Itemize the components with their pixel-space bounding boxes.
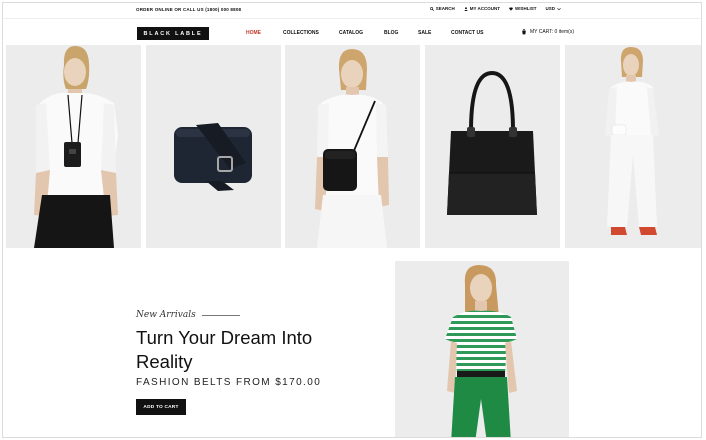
product-image-lanyard-pouch[interactable] <box>6 45 141 248</box>
model-white-outfit-illustration <box>605 47 659 235</box>
model-striped-top-illustration <box>445 265 517 437</box>
product-image-black-tote[interactable] <box>425 45 560 248</box>
product-image-navy-bag[interactable] <box>146 45 281 248</box>
new-arrivals-eyebrow: New Arrivals <box>136 310 240 320</box>
top-bar: ORDER ONLINE OR CALL US (1800) 000 8808 … <box>3 3 701 19</box>
headline-line-2: Reality <box>136 351 193 372</box>
page-frame: ORDER ONLINE OR CALL US (1800) 000 8808 … <box>2 2 702 438</box>
currency-label: USD <box>545 6 555 11</box>
main-nav: HOME COLLECTIONS CATALOG BLOG SALE CONTA… <box>246 30 483 36</box>
nav-home[interactable]: HOME <box>246 30 283 36</box>
wishlist-label: WISHLIST <box>514 6 537 11</box>
product-gallery <box>6 45 701 248</box>
phone-info: ORDER ONLINE OR CALL US (1800) 000 8808 <box>136 7 242 12</box>
promo-image-striped-top[interactable] <box>395 261 569 437</box>
account-link[interactable]: MY ACCOUNT <box>463 6 500 11</box>
eyebrow-text: New Arrivals <box>136 310 196 320</box>
logo[interactable]: BLACK LABLE <box>137 27 209 40</box>
eyebrow-divider <box>201 314 240 316</box>
cart-link[interactable]: MY CART: 0 item(s) <box>521 29 574 35</box>
add-to-cart-button[interactable]: ADD TO CART <box>136 399 186 415</box>
model-crossbody-illustration <box>315 49 389 248</box>
user-icon <box>463 6 468 11</box>
main-header: BLACK LABLE HOME COLLECTIONS CATALOG BLO… <box>3 19 701 47</box>
search-link[interactable]: SEARCH <box>429 6 455 11</box>
nav-sale[interactable]: SALE <box>418 30 451 36</box>
black-tote-illustration <box>447 70 537 215</box>
search-icon <box>429 6 434 11</box>
cart-label: MY CART: 0 item(s) <box>530 29 574 35</box>
top-links: SEARCH MY ACCOUNT WISHLIST USD <box>429 6 561 11</box>
hero-subline: FASHION BELTS FROM $170.00 <box>136 377 322 388</box>
nav-catalog[interactable]: CATALOG <box>339 30 384 36</box>
headline-line-1: Turn Your Dream Into <box>136 327 313 348</box>
currency-selector[interactable]: USD <box>545 6 561 11</box>
product-image-white-outfit[interactable] <box>565 45 701 248</box>
hero-headline: Turn Your Dream Into Reality <box>136 326 312 374</box>
heart-icon <box>509 6 513 11</box>
cart-icon <box>522 29 526 35</box>
wishlist-link[interactable]: WISHLIST <box>509 6 537 11</box>
navy-bag-illustration <box>174 123 252 191</box>
nav-contact-us[interactable]: CONTACT US <box>451 30 483 36</box>
chevron-down-icon <box>557 7 561 10</box>
model-lanyard-illustration <box>34 45 118 248</box>
nav-collections[interactable]: COLLECTIONS <box>283 30 339 36</box>
account-label: MY ACCOUNT <box>469 6 500 11</box>
product-image-black-crossbody[interactable] <box>285 45 420 248</box>
search-label: SEARCH <box>435 6 455 11</box>
nav-blog[interactable]: BLOG <box>384 30 418 36</box>
